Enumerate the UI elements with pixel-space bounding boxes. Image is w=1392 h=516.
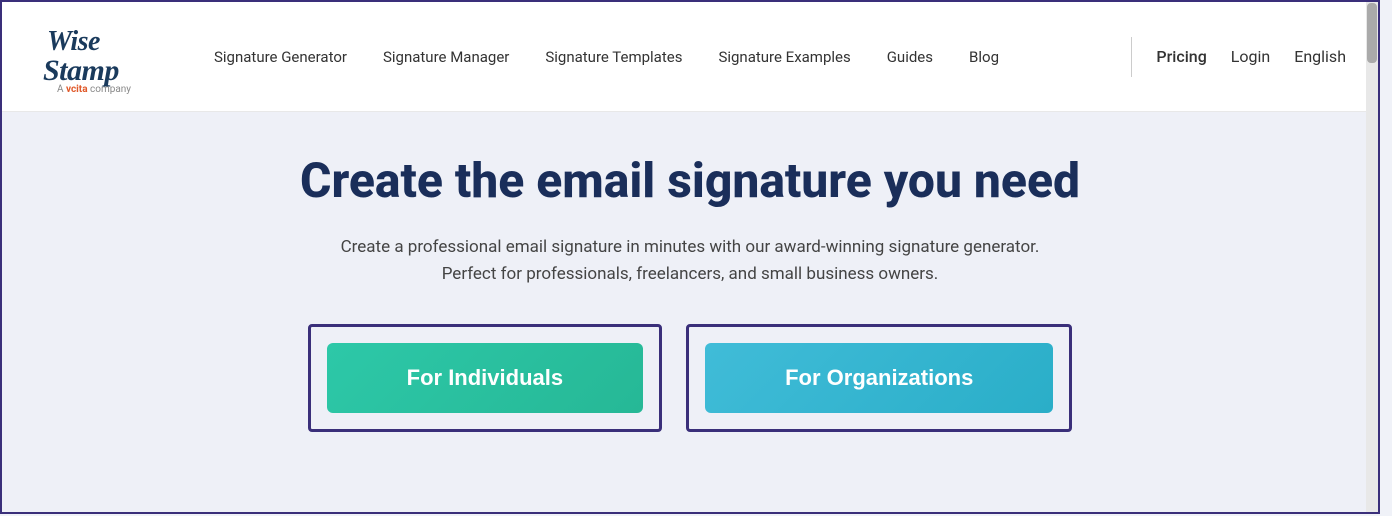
scrollbar-thumb bbox=[1367, 3, 1377, 63]
nav-login[interactable]: Login bbox=[1231, 47, 1270, 66]
logo-area[interactable]: Wise Stamp A vcita company bbox=[34, 18, 154, 95]
hero-title: Create the email signature you need bbox=[300, 152, 1080, 210]
for-organizations-button[interactable]: For Organizations bbox=[705, 343, 1053, 413]
nav-signature-generator[interactable]: Signature Generator bbox=[214, 48, 347, 66]
page-wrapper: Wise Stamp A vcita company Signature Gen… bbox=[0, 0, 1380, 514]
nav-blog[interactable]: Blog bbox=[969, 48, 999, 66]
nav-pricing[interactable]: Pricing bbox=[1156, 47, 1206, 66]
hero-subtitle-line2: Perfect for professionals, freelancers, … bbox=[442, 264, 939, 284]
hero-subtitle: Create a professional email signature in… bbox=[341, 234, 1040, 288]
nav-signature-templates[interactable]: Signature Templates bbox=[545, 48, 682, 66]
scrollbar[interactable] bbox=[1366, 2, 1378, 514]
for-individuals-button[interactable]: For Individuals bbox=[327, 343, 643, 413]
cta-card-organizations: For Organizations bbox=[686, 324, 1072, 432]
cta-card-individuals: For Individuals bbox=[308, 324, 662, 432]
nav-right: Pricing Login English bbox=[1131, 37, 1346, 77]
header: Wise Stamp A vcita company Signature Gen… bbox=[2, 2, 1378, 112]
svg-text:Wise: Wise bbox=[47, 26, 100, 57]
logo-svg: Wise Stamp bbox=[39, 18, 149, 88]
nav-divider bbox=[1131, 37, 1132, 77]
cta-buttons: For Individuals For Organizations bbox=[308, 324, 1073, 432]
nav-guides[interactable]: Guides bbox=[887, 48, 933, 66]
vcita-tagline: A vcita company bbox=[57, 84, 131, 95]
nav-language[interactable]: English bbox=[1294, 47, 1346, 66]
hero-subtitle-line1: Create a professional email signature in… bbox=[341, 237, 1040, 257]
svg-text:Stamp: Stamp bbox=[43, 54, 119, 87]
nav-signature-examples[interactable]: Signature Examples bbox=[718, 48, 850, 66]
nav-signature-manager[interactable]: Signature Manager bbox=[383, 48, 509, 66]
hero-section: Create the email signature you need Crea… bbox=[2, 112, 1378, 452]
main-nav: Signature Generator Signature Manager Si… bbox=[214, 48, 1131, 66]
